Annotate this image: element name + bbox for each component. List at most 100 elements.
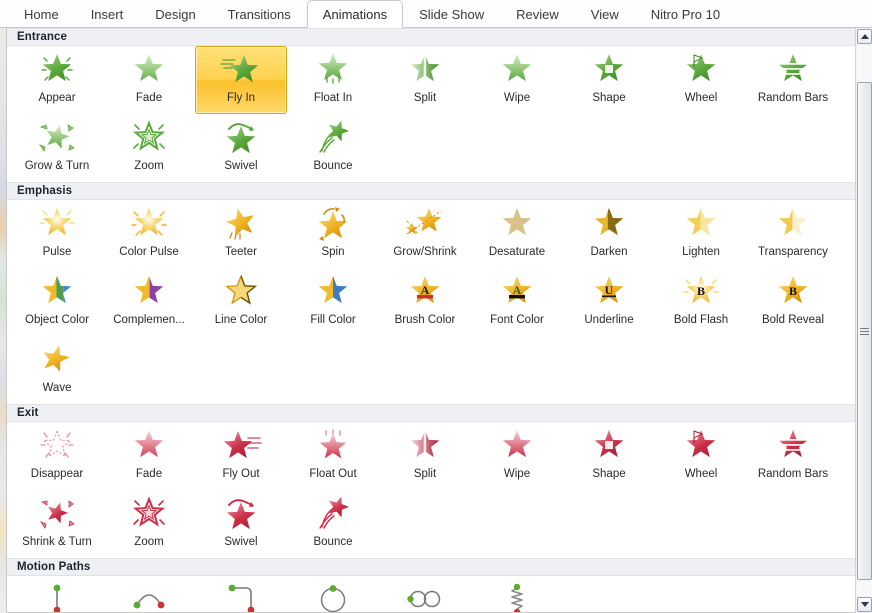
animation-item-loops[interactable]: Loops — [379, 576, 471, 613]
animation-item-shape[interactable]: Shape — [563, 46, 655, 114]
animation-item-wipe[interactable]: Wipe — [471, 422, 563, 490]
animation-item-fill-color[interactable]: Fill Color — [287, 268, 379, 336]
animation-item-label: Fade — [136, 91, 162, 105]
star-wipe-icon — [495, 428, 539, 466]
animation-item-grow-turn[interactable]: Grow & Turn — [11, 114, 103, 182]
animation-item-color-pulse[interactable]: Color Pulse — [103, 200, 195, 268]
animation-item-arcs[interactable]: Arcs — [103, 576, 195, 613]
animation-item-teeter[interactable]: Teeter — [195, 200, 287, 268]
star-shape-icon — [587, 428, 631, 466]
star-swivel-icon — [219, 120, 263, 158]
animation-item-label: Bounce — [313, 535, 352, 549]
star-font-color-icon: A — [495, 274, 539, 312]
animation-item-label: Color Pulse — [119, 245, 178, 259]
ribbon-tab-view[interactable]: View — [575, 0, 635, 27]
animation-item-wave[interactable]: Wave — [11, 336, 103, 404]
ribbon-tab-review[interactable]: Review — [500, 0, 575, 27]
star-line-color-icon — [219, 274, 263, 312]
animation-item-disappear[interactable]: Disappear — [11, 422, 103, 490]
animation-item-label: Disappear — [31, 467, 83, 481]
scrollbar-thumb[interactable] — [857, 82, 872, 580]
animation-item-fade[interactable]: Fade — [103, 422, 195, 490]
animation-item-bounce[interactable]: Bounce — [287, 114, 379, 182]
gallery-row: Shrink & Turn Zoom Swivel Bounce — [7, 490, 855, 558]
animation-item-label: Shrink & Turn — [22, 535, 92, 549]
animation-item-swivel[interactable]: Swivel — [195, 114, 287, 182]
gallery-scrollbar[interactable] — [855, 28, 872, 613]
section-header-emphasis: Emphasis — [7, 182, 855, 200]
ribbon-tab-insert[interactable]: Insert — [75, 0, 140, 27]
animation-item-shrink-turn[interactable]: Shrink & Turn — [11, 490, 103, 558]
animation-item-pulse[interactable]: Pulse — [11, 200, 103, 268]
star-wipe-icon — [495, 52, 539, 90]
star-bold-flash-icon: B — [679, 274, 723, 312]
ribbon-tab-nitro-pro-10[interactable]: Nitro Pro 10 — [635, 0, 736, 27]
animation-item-label: Grow/Shrink — [393, 245, 456, 259]
ribbon-tab-slide-show[interactable]: Slide Show — [403, 0, 500, 27]
animation-item-appear[interactable]: Appear — [11, 46, 103, 114]
animation-item-label: Random Bars — [758, 467, 828, 481]
star-object-color-icon — [35, 274, 79, 312]
animation-item-shapes[interactable]: Shapes — [287, 576, 379, 613]
star-split-icon — [403, 52, 447, 90]
animation-item-brush-color[interactable]: A Brush Color — [379, 268, 471, 336]
ribbon-tab-animations[interactable]: Animations — [307, 0, 403, 28]
animation-item-label: Brush Color — [395, 313, 456, 327]
section-header-entrance: Entrance — [7, 28, 855, 46]
svg-text:B: B — [789, 284, 797, 298]
animation-item-swivel[interactable]: Swivel — [195, 490, 287, 558]
svg-text:A: A — [421, 283, 430, 297]
animation-item-zoom[interactable]: Zoom — [103, 490, 195, 558]
animation-item-font-color[interactable]: AFont Color — [471, 268, 563, 336]
gallery-scroll-area[interactable]: EntranceAppearFadeFly InFloat InSplitWip… — [6, 28, 855, 613]
path-loops-icon — [403, 582, 447, 613]
ribbon-tab-design[interactable]: Design — [139, 0, 211, 27]
animation-item-transparency[interactable]: Transparency — [747, 200, 839, 268]
animation-item-lines[interactable]: Lines — [11, 576, 103, 613]
animation-item-label: Wheel — [685, 467, 718, 481]
animation-item-random-bars[interactable]: Random Bars — [747, 422, 839, 490]
animation-item-fade[interactable]: Fade — [103, 46, 195, 114]
animation-item-wipe[interactable]: Wipe — [471, 46, 563, 114]
animation-item-complemen-[interactable]: Complemen... — [103, 268, 195, 336]
animation-gallery-panel: EntranceAppearFadeFly InFloat InSplitWip… — [0, 28, 872, 613]
animation-item-float-out[interactable]: Float Out — [287, 422, 379, 490]
animation-item-bold-flash[interactable]: BBold Flash — [655, 268, 747, 336]
animation-item-split[interactable]: Split — [379, 46, 471, 114]
gallery-row: Disappear FadeFly Out Float Out SplitWipeSh… — [7, 422, 855, 490]
animation-item-turns[interactable]: Turns — [195, 576, 287, 613]
animation-item-bold-reveal[interactable]: BBold Reveal — [747, 268, 839, 336]
animation-item-line-color[interactable]: Line Color — [195, 268, 287, 336]
ribbon-tab-transitions[interactable]: Transitions — [212, 0, 307, 27]
animation-item-darken[interactable]: Darken — [563, 200, 655, 268]
section-header-exit: Exit — [7, 404, 855, 422]
scroll-up-button[interactable] — [857, 29, 872, 44]
animation-item-grow-shrink[interactable]: Grow/Shrink — [379, 200, 471, 268]
animation-item-label: Bounce — [313, 159, 352, 173]
animation-item-bounce[interactable]: Bounce — [287, 490, 379, 558]
animation-item-wheel[interactable]: Wheel — [655, 422, 747, 490]
animation-item-spin[interactable]: Spin — [287, 200, 379, 268]
animation-item-label: Line Color — [215, 313, 267, 327]
animation-item-split[interactable]: Split — [379, 422, 471, 490]
animation-item-label: Swivel — [224, 159, 257, 173]
animation-item-label: Zoom — [134, 535, 163, 549]
svg-text:A: A — [513, 283, 522, 297]
animation-item-wheel[interactable]: Wheel — [655, 46, 747, 114]
animation-item-fly-in[interactable]: Fly In — [195, 46, 287, 114]
scroll-down-button[interactable] — [857, 597, 872, 612]
animation-item-fly-out[interactable]: Fly Out — [195, 422, 287, 490]
ribbon-tab-home[interactable]: Home — [8, 0, 75, 27]
animation-item-zoom[interactable]: Zoom — [103, 114, 195, 182]
animation-item-object-color[interactable]: Object Color — [11, 268, 103, 336]
star-bounce-icon — [311, 496, 355, 534]
animation-item-label: Float Out — [309, 467, 356, 481]
svg-text:U: U — [605, 283, 614, 297]
animation-item-desaturate[interactable]: Desaturate — [471, 200, 563, 268]
animation-item-custom-path[interactable]: Custom Path — [471, 576, 563, 613]
animation-item-lighten[interactable]: Lighten — [655, 200, 747, 268]
animation-item-underline[interactable]: UUnderline — [563, 268, 655, 336]
animation-item-random-bars[interactable]: Random Bars — [747, 46, 839, 114]
animation-item-float-in[interactable]: Float In — [287, 46, 379, 114]
animation-item-shape[interactable]: Shape — [563, 422, 655, 490]
